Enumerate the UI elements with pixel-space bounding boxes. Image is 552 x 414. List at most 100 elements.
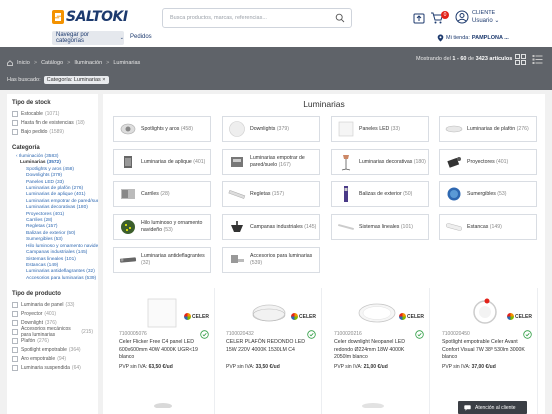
subcategory-label: Hilo luminoso y ornamento navideño (53) [141, 220, 203, 233]
checkbox[interactable] [12, 346, 18, 353]
stock-filter-option[interactable]: Estocable (1071) [12, 109, 93, 118]
subcategory-tile[interactable]: Luminarias de plafón (276) [439, 116, 537, 142]
subcategory-tile[interactable]: Carriles (28) [113, 181, 211, 207]
product-type-filter-option[interactable]: Spotlight empotrable (364) [12, 345, 93, 354]
filter-option-count: (1589) [49, 128, 64, 135]
product-type-filter-option[interactable]: Luminaria de panel (33) [12, 300, 93, 309]
search-icon[interactable] [335, 13, 345, 23]
store-label: Mi tienda: [446, 35, 470, 41]
product-card[interactable]: CELER 7100020216 Celer downlight Neopanel … [323, 288, 430, 414]
home-icon[interactable] [7, 60, 13, 66]
product-type-filter-option[interactable]: Aro empotrable (94) [12, 354, 93, 363]
category-count: (276) [71, 186, 84, 192]
chat-icon [464, 404, 471, 411]
checkbox[interactable] [12, 355, 18, 362]
subcategory-tile[interactable]: Accesorios para luminarias (539) [222, 247, 320, 273]
checkbox[interactable] [12, 128, 18, 135]
subcategory-thumbnail [119, 218, 137, 236]
product-type-filter-option[interactable]: Luminaria suspendida (64) [12, 363, 93, 372]
category-label: Campanas industriales [26, 250, 75, 256]
category-label: Luminarias antideflagrantes [26, 269, 85, 275]
saltoki-logo[interactable]: SALTOKI [52, 9, 128, 25]
subcategory-tile[interactable]: Regletas (157) [222, 181, 320, 207]
product-name[interactable]: Celer downlight Neopanel LED redondo Ø22… [334, 339, 422, 362]
breadcrumb-home[interactable]: Inicio [17, 60, 30, 66]
breadcrumb-lighting[interactable]: Iluminación [74, 60, 102, 66]
subcategory-label: Proyectores (401) [467, 158, 509, 165]
product-price: PVP sin IVA: 37,00 €/ud [442, 364, 496, 370]
category-label: Iluminación [18, 154, 44, 159]
stock-filter-option[interactable]: Bajo pedido (1589) [12, 127, 93, 136]
category-label: Accesorios para luminarias [26, 275, 84, 281]
product-name[interactable]: Spotlight empotrable Celer Avant Confort… [442, 339, 530, 362]
subcategory-tile[interactable]: Luminarias decorativas (180) [331, 149, 429, 175]
store-icon[interactable] [412, 11, 426, 25]
filter-chip-category[interactable]: Categoría: Luminarias × [43, 76, 109, 84]
product-name[interactable]: CELER PLAFÓN REDONDO LED 15W 220V 4000K … [226, 339, 314, 354]
stock-filter-option[interactable]: Hasta fin de existencias (18) [12, 118, 93, 127]
customer-support-chat-button[interactable]: Atención al cliente [458, 401, 527, 414]
browse-categories-button[interactable]: Navegar por categorías ⌄ [52, 31, 124, 45]
search-input[interactable] [163, 9, 323, 27]
checkbox[interactable] [12, 328, 18, 335]
filter-option-label: Accesorios mecánicos para luminarias [21, 325, 71, 338]
subcategory-tile[interactable]: Sistemas lineales (101) [331, 214, 429, 240]
subcategory-tile[interactable]: Campanas industriales (145) [222, 214, 320, 240]
filter-option-label: Luminaria suspendida [21, 364, 70, 371]
category-count: (539) [84, 275, 97, 281]
checkbox[interactable] [12, 337, 18, 344]
checkbox[interactable] [12, 310, 18, 317]
product-card[interactable]: CELER 7100020432 CELER PLAFÓN REDONDO LED … [215, 288, 322, 414]
breadcrumb-catalog[interactable]: Catálogo [41, 60, 63, 66]
subcategory-tile[interactable]: Paneles LED (33) [331, 116, 429, 142]
subcategory-label: Sumergibles (53) [467, 190, 507, 197]
filter-option-label: Estocable [21, 110, 43, 117]
availability-check-icon [415, 330, 424, 339]
subcategory-tile[interactable]: Proyectores (401) [439, 149, 537, 175]
subcategory-thumbnail [228, 218, 246, 236]
subcategory-tile[interactable]: Balizas de exterior (50) [331, 181, 429, 207]
product-type-filter-option[interactable]: Proyector (401) [12, 309, 93, 318]
breadcrumb-separator: > [33, 60, 38, 66]
breadcrumb: Inicio > Catálogo > Iluminación > Lumina… [7, 60, 140, 66]
product-type-filter-option[interactable]: Accesorios mecánicos para luminarias (215… [12, 325, 93, 338]
subcategory-thumbnail [445, 120, 463, 138]
subcategory-tile[interactable]: Sumergibles (53) [439, 181, 537, 207]
product-name[interactable]: Celer Flicker Free C4 panel LED 600x600m… [119, 339, 207, 362]
subcategory-tile[interactable]: Estancas (149) [439, 214, 537, 240]
category-count: (180) [76, 205, 88, 211]
subcategory-tile[interactable]: Luminarias empotrar de pared/suelo (167) [222, 149, 320, 175]
checkbox[interactable] [12, 119, 18, 126]
category-count: (157) [46, 224, 58, 230]
checkbox[interactable] [12, 110, 18, 117]
browse-categories-label: Navegar por categorías [56, 32, 90, 44]
subcategory-thumbnail [119, 153, 137, 171]
my-store-selector[interactable]: Mi tienda: PAMPLONA ... [437, 34, 509, 42]
filter-option-count: (94) [57, 355, 67, 362]
subcategory-tile[interactable]: Downlights (379) [222, 116, 320, 142]
product-type-heading: Tipo de producto [12, 291, 61, 298]
product-price: PVP sin IVA: 21,00 €/ud [334, 364, 388, 370]
orders-link[interactable]: Pedidos [130, 34, 152, 40]
subcategory-tile[interactable]: Spotlights y aros (458) [113, 116, 211, 142]
subcategory-tile[interactable]: Luminarias de aplique (401) [113, 149, 211, 175]
availability-check-icon [307, 330, 316, 339]
product-price: PVP sin IVA: 33,50 €/ud [226, 364, 280, 370]
checkbox[interactable] [12, 319, 18, 326]
subcategory-tile[interactable]: Hilo luminoso y ornamento navideño (53) [113, 214, 211, 240]
product-card[interactable]: CELER 7100005076 Celer Flicker Free C4 pan… [108, 288, 215, 414]
category-heading: Categoría [12, 145, 40, 151]
user-role: CLIENTE [472, 10, 496, 16]
list-view-icon[interactable] [532, 54, 543, 65]
checkbox[interactable] [12, 364, 18, 371]
subcategory-label: Luminarias antideflagrantes (32) [141, 253, 205, 266]
checkbox[interactable] [12, 301, 18, 308]
category-count: (401) [74, 192, 86, 198]
brand-logo: CELER [507, 313, 532, 320]
product-card[interactable]: CELER 7100020450 Spotlight empotrable Cele… [431, 288, 538, 414]
user-menu[interactable]: CLIENTE Usuario ⌄ [455, 9, 499, 25]
subcategory-tile[interactable]: Luminarias antideflagrantes (32) [113, 247, 211, 273]
grid-view-icon[interactable] [515, 54, 526, 65]
category-count: (32) [86, 269, 95, 275]
breadcrumb-separator: > [106, 60, 110, 66]
